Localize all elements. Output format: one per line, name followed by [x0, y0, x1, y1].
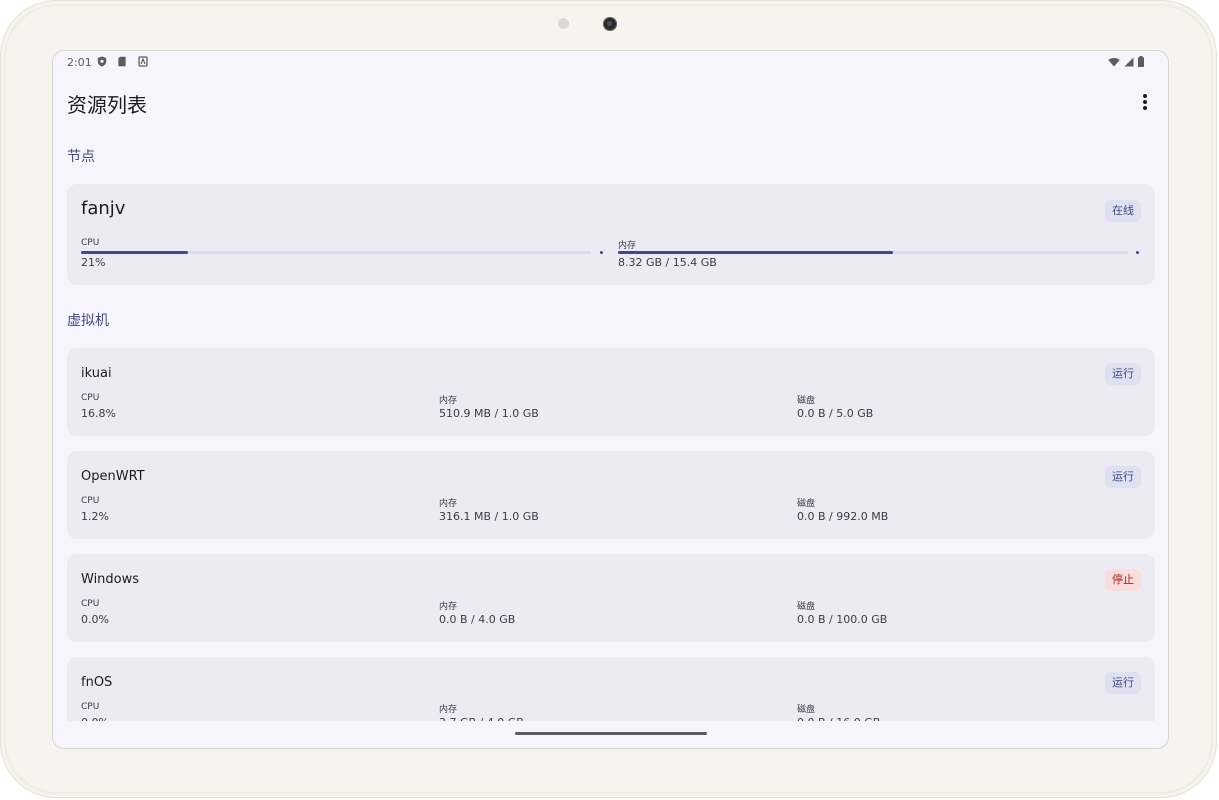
vm-mem-value: 0.0 B / 4.0 GB [439, 613, 516, 626]
status-right-icons [1108, 56, 1144, 67]
vm-cpu-label: CPU [81, 496, 100, 506]
status-badge: 运行 [1105, 363, 1141, 385]
vm-mem-value: 510.9 MB / 1.0 GB [439, 407, 539, 420]
status-badge: 在线 [1105, 200, 1141, 222]
more-vert-icon [1143, 94, 1147, 98]
node-mem-progress-stop [1136, 251, 1139, 254]
vm-disk-value: 0.0 B / 992.0 MB [797, 510, 889, 523]
more-vert-icon-dot [1143, 106, 1147, 110]
vm-mem-value: 316.1 MB / 1.0 GB [439, 510, 539, 523]
shield-icon [97, 56, 107, 67]
node-card[interactable]: fanjv 在线 CPU 21% 内存 8.32 GB / 15.4 GB [67, 184, 1155, 285]
status-badge: 运行 [1105, 466, 1141, 488]
status-time: 2:01 [67, 56, 92, 69]
vm-cpu-value: 0.0% [81, 613, 109, 626]
vm-disk-label: 磁盘 [797, 499, 816, 509]
vm-cpu-label: CPU [81, 702, 100, 712]
vm-mem-label: 内存 [439, 499, 458, 509]
front-camera [603, 17, 617, 31]
light-sensor [558, 18, 569, 29]
vm-disk-label: 磁盘 [797, 396, 816, 406]
vm-disk-value: 0.0 B / 100.0 GB [797, 613, 888, 626]
node-cpu-progress [81, 251, 591, 254]
vm-name: ikuai [81, 366, 112, 381]
status-badge: 停止 [1105, 569, 1141, 591]
page-title: 资源列表 [67, 93, 147, 117]
vm-name: OpenWRT [81, 469, 145, 484]
node-name: fanjv [81, 198, 126, 219]
battery-icon [1138, 56, 1144, 67]
vm-disk-label: 磁盘 [797, 705, 816, 715]
gesture-handle[interactable] [515, 732, 707, 735]
vm-card[interactable]: Windows 停止 CPU 0.0% 内存 0.0 B / 4.0 GB 磁盘… [67, 554, 1155, 642]
node-cpu-progress-fill [81, 251, 189, 254]
vm-cpu-value: 16.8% [81, 407, 116, 420]
app-notification-icon [138, 56, 148, 67]
vm-disk-label: 磁盘 [797, 602, 816, 612]
vm-card[interactable]: ikuai 运行 CPU 16.8% 内存 510.9 MB / 1.0 GB … [67, 348, 1155, 436]
node-mem-value: 8.32 GB / 15.4 GB [618, 256, 717, 269]
node-cpu-value: 21% [81, 256, 106, 269]
wifi-icon [1108, 57, 1120, 66]
section-title-vms: 虚拟机 [67, 313, 109, 329]
signal-icon [1124, 57, 1134, 66]
vm-cpu-value: 1.2% [81, 510, 109, 523]
status-bar: 2:01 [53, 51, 1168, 75]
vm-disk-value: 0.0 B / 5.0 GB [797, 407, 874, 420]
vm-name: fnOS [81, 675, 113, 690]
vm-cpu-label: CPU [81, 393, 100, 403]
section-title-nodes: 节点 [67, 149, 95, 165]
node-mem-label: 内存 [618, 241, 637, 251]
tablet-frame: 2:01 资源列表 节点 fanjv 在线 CPU 21% 内存 8.32 GB… [0, 0, 1217, 798]
more-options-button[interactable] [1135, 91, 1155, 113]
node-cpu-progress-stop [600, 251, 603, 254]
sd-card-icon [118, 56, 126, 67]
status-badge: 运行 [1105, 672, 1141, 694]
vm-card[interactable]: OpenWRT 运行 CPU 1.2% 内存 316.1 MB / 1.0 GB… [67, 451, 1155, 539]
vm-name: Windows [81, 572, 140, 587]
node-cpu-label: CPU [81, 238, 100, 248]
vm-mem-label: 内存 [439, 396, 458, 406]
screen: 2:01 资源列表 节点 fanjv 在线 CPU 21% 内存 8.32 GB… [52, 50, 1169, 749]
vm-mem-label: 内存 [439, 602, 458, 612]
node-mem-progress [618, 251, 1128, 254]
node-mem-progress-fill [618, 251, 894, 254]
vm-mem-label: 内存 [439, 705, 458, 715]
vm-cpu-label: CPU [81, 599, 100, 609]
more-vert-icon-dot [1143, 100, 1147, 104]
